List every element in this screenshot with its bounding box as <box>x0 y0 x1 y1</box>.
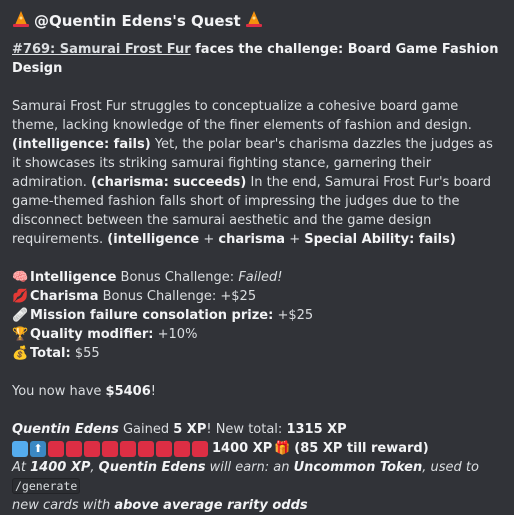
progress-red-segment <box>174 440 190 457</box>
xp-text: ! New total: <box>206 422 287 437</box>
xp-gained: 5 XP <box>173 422 207 437</box>
xp-new-total: 1315 XP <box>286 422 347 437</box>
xp-gained-line: Quentin Edens Gained 5 XP! New total: 13… <box>12 420 502 439</box>
mission-prize-line: 🩹 Mission failure consolation prize: +$25 <box>12 306 502 325</box>
story-text: Samurai Frost Fur struggles to conceptua… <box>12 99 472 133</box>
balance-text: You now have <box>12 384 106 399</box>
progress-red-segment <box>48 440 64 457</box>
mission-value: +$25 <box>273 308 314 323</box>
total-label: Total: <box>30 346 71 361</box>
up-arrow-icon: ⬆ <box>30 440 46 457</box>
reward-text: At <box>12 460 31 475</box>
gift-icon: 🎁 <box>274 441 291 456</box>
progress-red-segment <box>84 440 100 457</box>
reward-text: , <box>90 460 99 475</box>
reward-info: At 1400 XP, Quentin Edens will earn: an … <box>12 458 502 515</box>
wizard-hat-icon <box>12 10 30 33</box>
combined-result: charisma <box>218 232 286 247</box>
charisma-label: Charisma <box>30 289 99 304</box>
xp-text: Gained <box>118 422 174 437</box>
trophy-icon: 🏆 <box>12 327 29 342</box>
story-paragraph: Samurai Frost Fur struggles to conceptua… <box>12 97 502 249</box>
reward-token: Uncommon Token <box>293 460 423 475</box>
intelligence-label: Intelligence <box>30 270 117 285</box>
charisma-result: (charisma: succeeds) <box>90 175 247 190</box>
reward-user: Quentin Edens <box>98 460 206 475</box>
reward-odds: above average rarity odds <box>114 498 308 513</box>
generate-command: /generate <box>12 478 81 494</box>
quest-title-row: @Quentin Edens's Quest <box>12 8 502 34</box>
challenge-heading: #769: Samurai Frost Fur faces the challe… <box>12 40 502 78</box>
quality-modifier-line: 🏆 Quality modifier: +10% <box>12 325 502 344</box>
plus-sign: + <box>285 232 305 247</box>
reward-text: , used to <box>422 460 479 475</box>
reward-text: will earn: an <box>205 460 294 475</box>
brain-icon: 🧠 <box>12 270 29 285</box>
intelligence-bonus-line: 🧠 Intelligence Bonus Challenge: Failed! <box>12 268 502 287</box>
total-line: 💰 Total: $55 <box>12 344 502 363</box>
progress-red-segment <box>138 440 154 457</box>
balance-amount: $5406 <box>105 384 151 399</box>
charisma-bonus-line: 💋 Charisma Bonus Challenge: +$25 <box>12 287 502 306</box>
reward-text: new cards with <box>12 498 115 513</box>
progress-red-segment <box>156 440 172 457</box>
progress-red-segment <box>66 440 82 457</box>
total-value: $55 <box>70 346 100 361</box>
lips-icon: 💋 <box>12 289 29 304</box>
xp-user: Quentin Edens <box>12 422 119 437</box>
quality-label: Quality modifier: <box>30 327 154 342</box>
quest-message: @Quentin Edens's Quest #769: Samurai Fro… <box>0 0 514 515</box>
bandage-icon: 🩹 <box>12 308 29 323</box>
progress-blue-segment <box>12 440 28 457</box>
quality-value: +10% <box>153 327 198 342</box>
balance-line: You now have $5406! <box>12 382 502 401</box>
bonus-text: Bonus Challenge: <box>116 270 239 285</box>
money-bag-icon: 💰 <box>12 346 29 361</box>
challenge-character-link[interactable]: #769: Samurai Frost Fur <box>12 42 191 57</box>
plus-sign: + <box>199 232 219 247</box>
xp-till-reward: (85 XP till reward) <box>294 441 429 456</box>
combined-result: Special Ability <box>304 232 410 247</box>
combined-result: (intelligence <box>107 232 200 247</box>
progress-red-segment <box>192 440 208 457</box>
reward-xp: 1400 XP <box>30 460 91 475</box>
progress-red-segment <box>102 440 118 457</box>
bonus-text: Bonus Challenge: +$25 <box>98 289 257 304</box>
balance-text: ! <box>150 384 156 399</box>
wizard-hat-icon <box>245 10 263 33</box>
intelligence-value: Failed! <box>238 270 283 285</box>
xp-progress-bar: ⬆ 1400 XP 🎁 (85 XP till reward) <box>12 439 502 458</box>
progress-red-segment <box>120 440 136 457</box>
mission-label: Mission failure consolation prize: <box>30 308 274 323</box>
combined-result: : fails) <box>409 232 456 247</box>
xp-target: 1400 XP <box>212 441 273 456</box>
quest-title: @Quentin Edens's Quest <box>34 11 241 30</box>
intelligence-result: (intelligence: fails) <box>12 137 151 152</box>
